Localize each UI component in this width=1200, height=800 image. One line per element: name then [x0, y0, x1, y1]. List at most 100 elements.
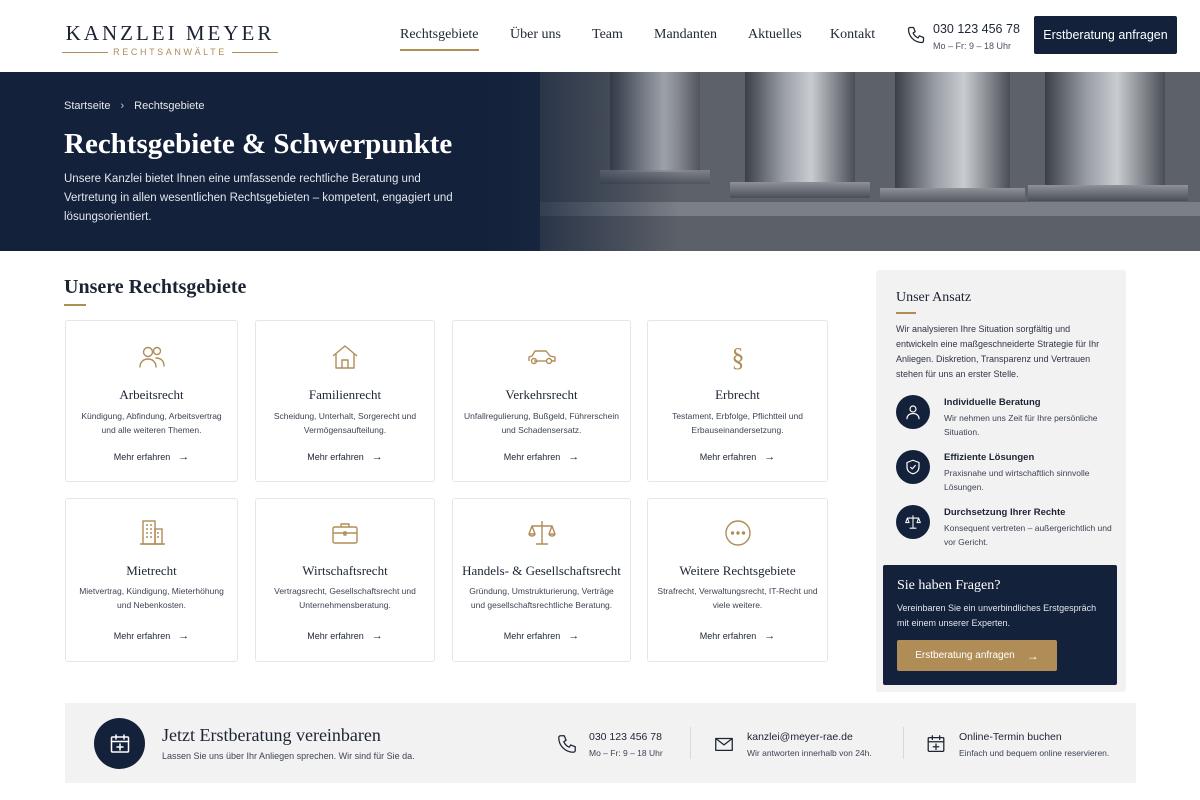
contact-online-booking[interactable]: Online-Termin buchen [959, 731, 1062, 743]
section-title: Unsere Rechtsgebiete [64, 276, 247, 298]
nav-item-ueber-uns[interactable]: Über uns [510, 27, 561, 43]
shield-check-icon [896, 450, 930, 484]
feature-description: Praxisnahe und wirtschaftlich sinnvolle … [944, 468, 1090, 492]
divider [903, 727, 904, 759]
logo-tagline: RECHTSANWÄLTE [62, 47, 278, 57]
card-description: Kündigung, Abfindung, Arbeitsvertrag und… [81, 411, 222, 435]
card-more-link[interactable]: Mehr erfahren → [256, 630, 434, 642]
nav-item-rechtsgebiete[interactable]: Rechtsgebiete [400, 27, 479, 51]
practice-area-card-verkehrsrecht[interactable]: Verkehrsrecht Unfallregulierung, Bußgeld… [452, 320, 631, 482]
sidebar-title: Unser Ansatz [896, 290, 972, 305]
phone-icon [558, 735, 576, 753]
practice-area-card-wirtschaftsrecht[interactable]: Wirtschaftsrecht Vertragsrecht, Gesellsc… [255, 498, 435, 662]
card-more-link[interactable]: Mehr erfahren → [256, 451, 434, 463]
card-more-link-label: Mehr erfahren [307, 452, 364, 462]
feature-title: Durchsetzung Ihrer Rechte [944, 507, 1066, 518]
card-title: Arbeitsrecht [119, 387, 184, 402]
building-icon [139, 520, 165, 545]
person-icon [896, 395, 930, 429]
card-more-link-label: Mehr erfahren [699, 631, 757, 641]
arrow-right-icon: → [1026, 648, 1039, 663]
card-title: Weitere Rechtsgebiete [679, 563, 796, 578]
arrow-right-icon: → [764, 630, 776, 642]
card-title: Verkehrsrecht [505, 387, 578, 402]
more-icon [724, 520, 751, 546]
logo[interactable]: KANZLEI MEYER RECHTSANWÄLTE [62, 22, 278, 57]
nav-item-aktuelles[interactable]: Aktuelles [748, 27, 802, 43]
nav-item-mandanten[interactable]: Mandanten [654, 27, 717, 43]
card-more-link[interactable]: Mehr erfahren → [66, 630, 237, 642]
practice-area-card-familienrecht[interactable]: Familienrecht Scheidung, Unterhalt, Sorg… [255, 320, 435, 482]
card-description: Gründung, Umstrukturierung, Verträge und… [469, 586, 614, 610]
card-title: Erbrecht [715, 387, 760, 402]
card-more-link[interactable]: Mehr erfahren → [66, 451, 237, 463]
breadcrumb: Startseite › Rechtsgebiete [64, 100, 204, 112]
hero-banner: Startseite › Rechtsgebiete Rechtsgebiete &… [0, 72, 1200, 251]
contact-email[interactable]: kanzlei@meyer-rae.de [747, 731, 853, 743]
contact-bar: Jetzt Erstberatung vereinbaren Lassen Si… [65, 703, 1136, 783]
hero-description: Unsere Kanzlei bietet Ihnen eine umfasse… [64, 173, 453, 223]
cta-title: Sie haben Fragen? [897, 578, 1001, 593]
card-more-link[interactable]: Mehr erfahren → [453, 630, 630, 642]
card-more-link[interactable]: Mehr erfahren → [648, 451, 827, 463]
card-description: Vertragsrecht, Gesellschaftsrecht und Un… [274, 586, 416, 610]
card-more-link-label: Mehr erfahren [699, 452, 757, 462]
arrow-right-icon: → [568, 451, 580, 463]
people-icon [138, 346, 165, 368]
card-title: Handels- & Gesellschaftsrecht [462, 563, 621, 578]
practice-area-card-weitere-rechtsgebiete[interactable]: Weitere Rechtsgebiete Strafrecht, Verwal… [647, 498, 828, 662]
practice-area-card-mietrecht[interactable]: Mietrecht Mietvertrag, Kündigung, Mieter… [65, 498, 238, 662]
arrow-right-icon: → [371, 630, 383, 642]
card-title: Wirtschaftsrecht [302, 563, 388, 578]
calendar-icon [927, 735, 945, 752]
feature-description: Wir nehmen uns Zeit für Ihre persönliche… [944, 413, 1098, 437]
arrow-right-icon: → [764, 451, 776, 463]
contact-bar-title: Jetzt Erstberatung vereinbaren [162, 725, 381, 745]
card-more-link-label: Mehr erfahren [503, 631, 561, 641]
card-more-link[interactable]: Mehr erfahren → [648, 630, 827, 642]
sidebar-title-underline [896, 312, 916, 314]
mail-icon [715, 737, 733, 752]
practice-area-card-handels-gesellschaftsrecht[interactable]: Handels- & Gesellschaftsrecht Gründung, … [452, 498, 631, 662]
card-description: Unfallregulierung, Bußgeld, Führerschein… [464, 411, 619, 435]
nav-item-team[interactable]: Team [592, 27, 623, 43]
practice-area-card-erbrecht[interactable]: § Erbrecht Testament, Erbfolge, Pflichtt… [647, 320, 828, 482]
card-title: Mietrecht [126, 563, 177, 578]
contact-online-booking-sub: Einfach und bequem online reservieren. [959, 748, 1110, 758]
cta-description: Vereinbaren Sie ein unverbindliches Erst… [897, 603, 1097, 628]
header-phone-number[interactable]: 030 123 456 78 [933, 22, 1020, 36]
calendar-icon [94, 718, 145, 769]
section-title-underline [64, 304, 86, 306]
arrow-right-icon: → [178, 451, 190, 463]
card-description: Testament, Erbfolge, Pflichtteil und Erb… [672, 411, 803, 435]
scales-icon [527, 521, 556, 545]
card-description: Strafrecht, Verwaltungsrecht, IT-Recht u… [657, 586, 818, 610]
breadcrumb-home-link[interactable]: Startseite [64, 100, 110, 112]
feature-title: Effiziente Lösungen [944, 452, 1035, 463]
practice-area-card-arbeitsrecht[interactable]: Arbeitsrecht Kündigung, Abfindung, Arbei… [65, 320, 238, 482]
divider [690, 727, 691, 759]
arrow-right-icon: → [178, 630, 190, 642]
approach-sidebar: Unser Ansatz Wir analysieren Ihre Situat… [876, 270, 1126, 692]
card-more-link-label: Mehr erfahren [113, 452, 171, 462]
paragraph-icon: § [731, 343, 744, 372]
page-title: Rechtsgebiete & Schwerpunkte [64, 128, 453, 160]
card-more-link[interactable]: Mehr erfahren → [453, 451, 630, 463]
scales-icon [896, 505, 930, 539]
feature-title: Individuelle Beratung [944, 397, 1041, 408]
card-title: Familienrecht [308, 387, 382, 402]
contact-bar-subtitle: Lassen Sie uns über Ihr Anliegen spreche… [162, 751, 415, 761]
briefcase-icon [332, 523, 358, 544]
contact-phone[interactable]: 030 123 456 78 [589, 731, 662, 743]
questions-cta-box: Sie haben Fragen? Vereinbaren Sie ein un… [883, 565, 1117, 685]
header-office-hours: Mo – Fr: 9 – 18 Uhr [933, 41, 1012, 51]
consultation-request-button[interactable]: Erstberatung anfragen [1034, 16, 1177, 54]
sidebar-consultation-button[interactable]: Erstberatung anfragen → [897, 640, 1057, 671]
svg-text:§: § [731, 343, 744, 372]
nav-item-kontakt[interactable]: Kontakt [830, 27, 875, 43]
contact-email-response: Wir antworten innerhalb von 24h. [747, 748, 872, 758]
card-more-link-label: Mehr erfahren [113, 631, 171, 641]
arrow-right-icon: → [371, 451, 383, 463]
car-icon [527, 350, 556, 365]
house-icon [332, 345, 358, 369]
